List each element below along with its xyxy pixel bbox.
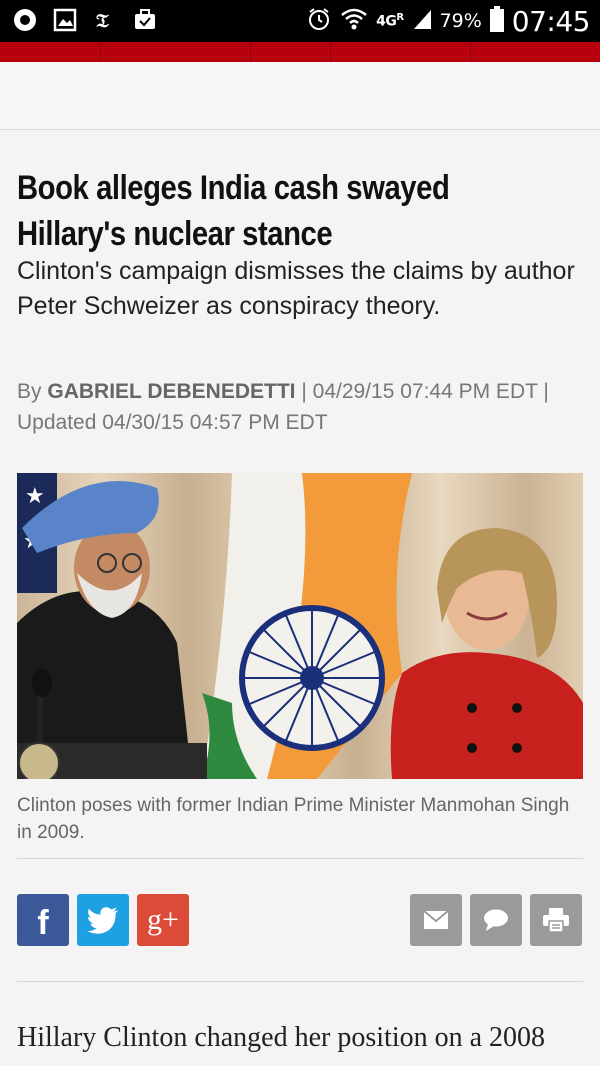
battery-icon	[489, 5, 504, 37]
google-plus-share-button[interactable]: g+	[137, 894, 189, 946]
clock: 07:45	[511, 4, 591, 38]
article-headline: Book alleges India cash swayed Hillary's…	[17, 169, 450, 253]
email-button[interactable]	[410, 894, 462, 946]
alarm-icon	[306, 6, 332, 37]
facebook-share-button[interactable]: f	[17, 894, 69, 946]
comments-button[interactable]	[470, 894, 522, 946]
article-photo[interactable]: ★ ★	[17, 473, 583, 779]
print-icon	[543, 908, 569, 933]
updated-date: Updated 04/30/15 04:57 PM EDT	[17, 411, 328, 434]
system-icons: 4GR 79% 07:45	[306, 4, 591, 38]
article-body: Hillary Clinton changed her position on …	[17, 1022, 546, 1053]
opera-icon	[12, 7, 38, 33]
battery-percent: 79%	[439, 10, 482, 32]
comment-icon	[484, 909, 508, 931]
byline-prefix: By	[17, 380, 42, 403]
notification-icons: 𝔗	[12, 7, 158, 33]
print-button[interactable]	[530, 894, 582, 946]
author-link[interactable]: GABRIEL DEBENEDETTI	[47, 380, 295, 403]
facebook-icon: f	[37, 904, 49, 942]
photo-caption: Clinton poses with former Indian Prime M…	[17, 795, 570, 843]
wifi-icon	[340, 6, 368, 37]
divider	[17, 981, 583, 982]
mail-icon	[423, 910, 449, 929]
published-date: | 04/29/15 07:44 PM EDT |	[301, 380, 549, 403]
toolbar-area	[0, 62, 600, 130]
google-plus-icon: g+	[147, 903, 179, 936]
nytimes-icon: 𝔗	[92, 7, 118, 33]
svg-text:𝔗: 𝔗	[96, 10, 109, 32]
svg-text:★: ★	[25, 483, 45, 508]
network-type: 4GR	[376, 12, 404, 30]
twitter-share-button[interactable]	[77, 894, 129, 946]
gallery-icon	[52, 7, 78, 33]
briefcase-icon	[132, 7, 158, 33]
byline: By GABRIEL DEBENEDETTI | 04/29/15 07:44 …	[17, 376, 587, 438]
site-nav-bar[interactable]	[0, 42, 600, 62]
twitter-icon	[87, 907, 118, 934]
status-bar: 𝔗 4GR 79% 07:45	[0, 0, 600, 42]
signal-icon	[412, 8, 432, 35]
divider	[17, 858, 583, 859]
article-subhead: Clinton's campaign dismisses the claims …	[17, 257, 575, 320]
